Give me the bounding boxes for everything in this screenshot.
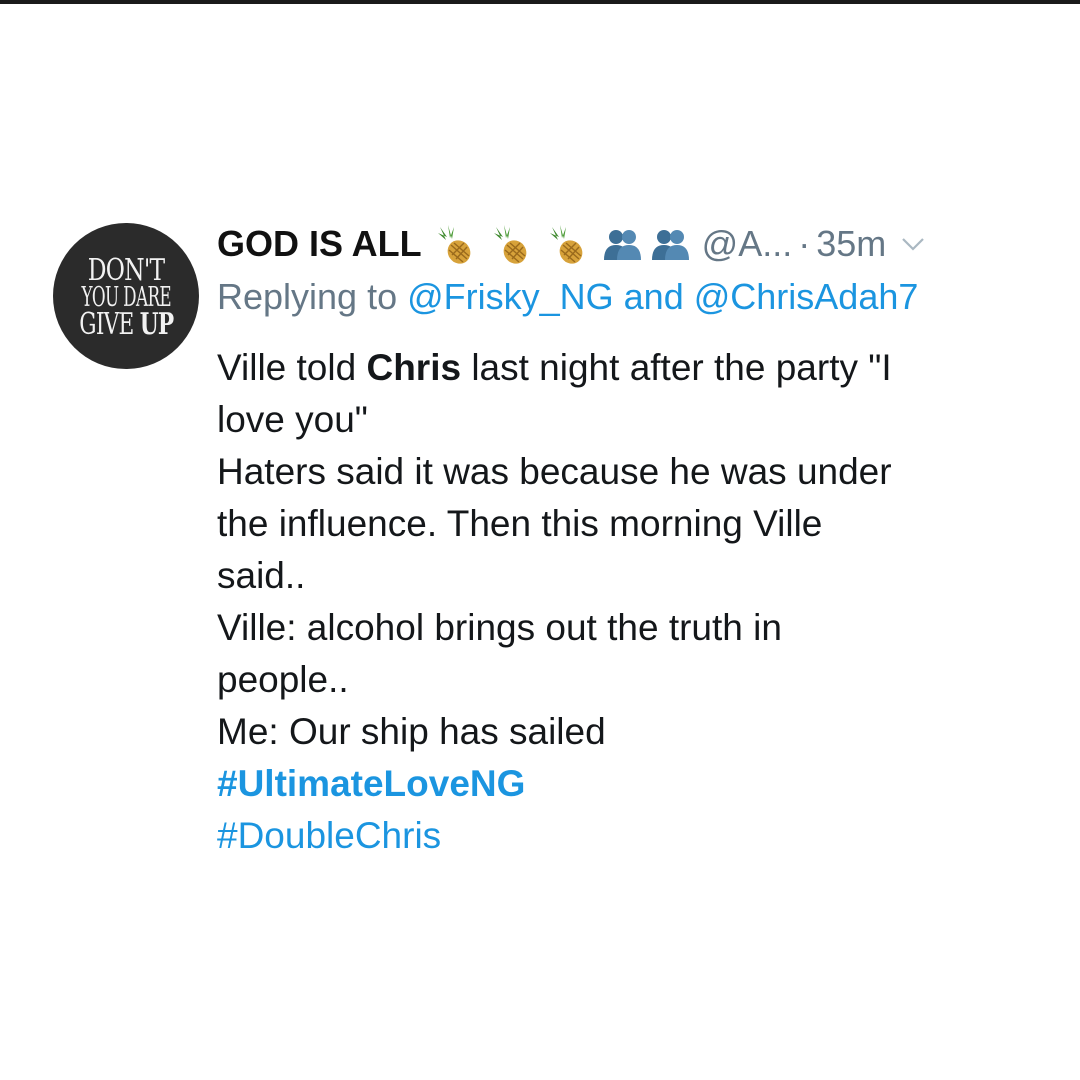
bold-word: Chris — [366, 347, 462, 388]
separator-dot: · — [798, 223, 811, 264]
pineapple-icon — [437, 225, 471, 264]
tweet-line: Haters said it was because he was under — [217, 451, 892, 492]
name-emojis — [434, 223, 698, 265]
mention-link[interactable]: @Frisky_NG — [407, 276, 614, 317]
mention-link[interactable]: @ChrisAdah7 — [694, 276, 919, 317]
tweet-line: people.. — [217, 659, 349, 700]
user-handle[interactable]: @A... — [702, 223, 793, 265]
reply-context: Replying to @Frisky_NG and @ChrisAdah7 — [217, 276, 1037, 326]
hashtag-link[interactable]: #UltimateLoveNG — [217, 758, 1037, 810]
people-icon — [651, 230, 689, 260]
timestamp[interactable]: 35m — [816, 223, 886, 265]
display-name[interactable]: GOD IS ALL — [217, 223, 422, 265]
reply-prefix: Replying to — [217, 276, 408, 317]
people-icon — [603, 230, 641, 260]
tweet-line: Ville told Chris last night after the pa… — [217, 347, 892, 388]
pineapple-icon — [493, 225, 527, 264]
tweet-header: GOD IS ALL @A... · 35m — [217, 218, 1037, 270]
tweet-line: Me: Our ship has sailed — [217, 711, 606, 752]
pineapple-icon — [549, 225, 583, 264]
tweet-line: Ville: alcohol brings out the truth in — [217, 607, 782, 648]
avatar-text-line1: DON'T — [87, 252, 165, 288]
tweet-body: Ville told Chris last night after the pa… — [217, 342, 1037, 862]
chevron-down-icon[interactable] — [900, 234, 926, 254]
top-border — [0, 0, 1080, 4]
tweet-line: the influence. Then this morning Ville — [217, 503, 823, 544]
hashtag-link[interactable]: #DoubleChris — [217, 810, 1037, 862]
tweet-line: love you" — [217, 399, 368, 440]
avatar[interactable]: DON'T YOU DARE GIVE UP — [53, 223, 199, 369]
tweet-line: said.. — [217, 555, 306, 596]
reply-joiner: and — [613, 276, 694, 317]
avatar-text-line3: GIVE UP — [78, 306, 174, 342]
